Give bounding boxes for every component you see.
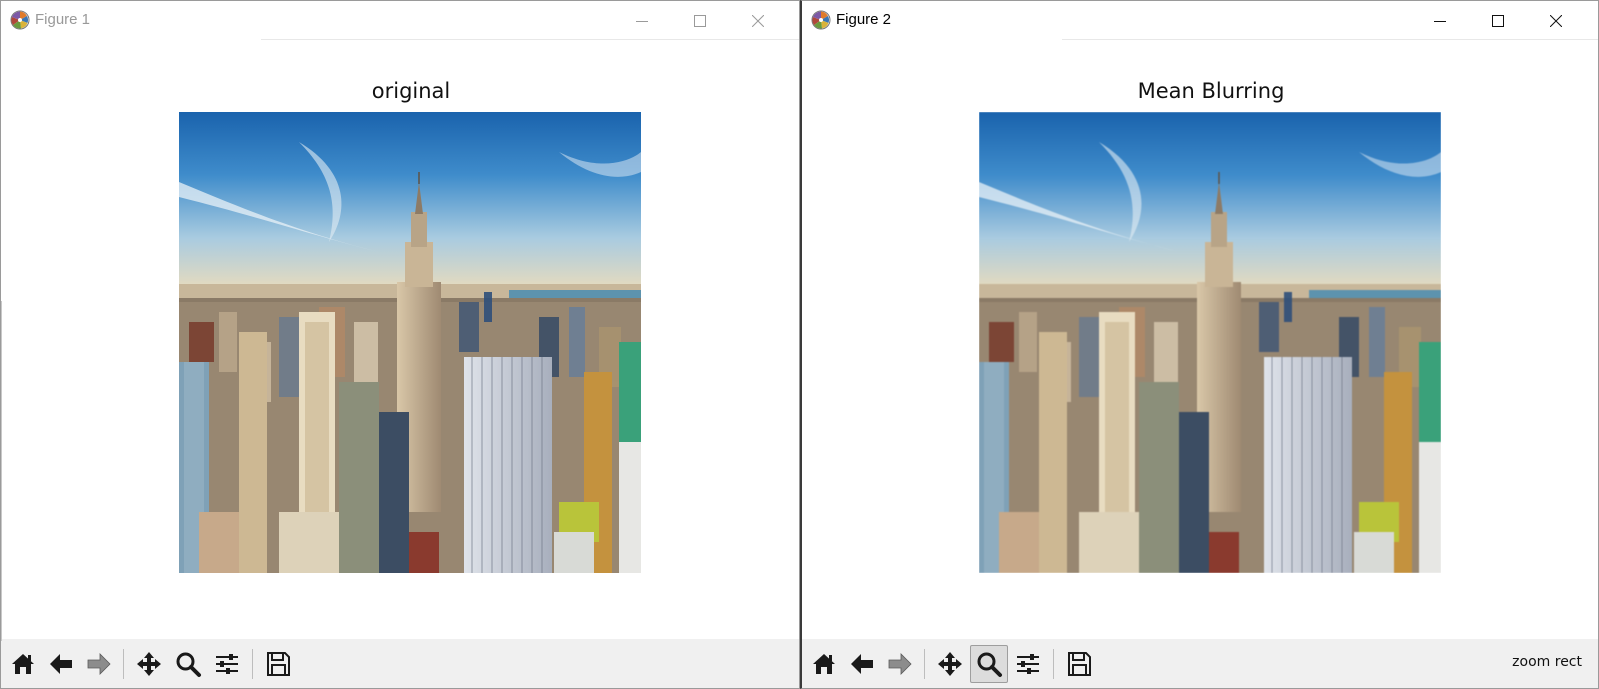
home-button[interactable] [805, 645, 843, 683]
configure-subplots-icon [1017, 654, 1039, 674]
save-floppy-icon [267, 652, 290, 676]
zoom-button[interactable] [970, 645, 1008, 683]
back-button[interactable] [42, 645, 80, 683]
home-button[interactable] [4, 645, 42, 683]
save-button[interactable] [259, 645, 297, 683]
pan-button[interactable] [130, 645, 168, 683]
city-skyline-image[interactable] [979, 112, 1441, 573]
skyline-photo [179, 112, 641, 573]
back-arrow-icon [851, 654, 873, 674]
status-text: zoom rect [1512, 654, 1582, 670]
close-icon [1550, 14, 1562, 27]
save-button[interactable] [1060, 645, 1098, 683]
matplotlib-logo-icon [811, 10, 831, 30]
title-bar[interactable]: Figure 1 [1, 1, 799, 40]
desktop: Figure 1 original Figure 2 Mean Blurring… [0, 0, 1599, 689]
figure-1-window: Figure 1 original [0, 0, 800, 689]
maximize-button[interactable] [671, 1, 729, 40]
minimize-button[interactable] [613, 1, 671, 40]
forward-button[interactable] [881, 645, 919, 683]
maximize-icon [1492, 14, 1504, 27]
forward-arrow-icon [888, 653, 912, 675]
close-icon [752, 14, 764, 27]
figure-canvas[interactable]: Mean Blurring [802, 41, 1598, 641]
maximize-icon [694, 14, 706, 27]
matplotlib-logo-icon [10, 10, 30, 30]
configure-subplots-button[interactable] [208, 645, 246, 683]
configure-subplots-icon [216, 654, 238, 674]
zoom-magnifier-icon [977, 652, 1002, 677]
pan-button[interactable] [931, 645, 969, 683]
window-title: Figure 1 [35, 11, 91, 28]
axes-title: Mean Blurring [1137, 79, 1285, 103]
navigation-toolbar [1, 639, 799, 688]
zoom-magnifier-icon [176, 652, 201, 677]
navigation-toolbar: zoom rect [802, 639, 1598, 688]
save-floppy-icon [1068, 652, 1091, 676]
window-title: Figure 2 [836, 11, 892, 28]
back-button[interactable] [843, 645, 881, 683]
home-icon [813, 654, 835, 674]
configure-subplots-button[interactable] [1009, 645, 1047, 683]
toolbar-separator [252, 649, 253, 679]
figure-2-window: Figure 2 Mean Blurring zoom rect [800, 0, 1599, 689]
forward-arrow-icon [87, 653, 111, 675]
toolbar-separator [123, 649, 124, 679]
close-button[interactable] [1527, 1, 1585, 40]
window-edge [1, 301, 2, 641]
toolbar-separator [1053, 649, 1054, 679]
home-icon [12, 654, 34, 674]
pan-move-icon [137, 652, 161, 676]
skyline-photo [979, 112, 1441, 573]
axes-title: original [371, 79, 451, 103]
minimize-icon [1434, 20, 1446, 22]
minimize-button[interactable] [1411, 1, 1469, 40]
pan-move-icon [938, 652, 962, 676]
maximize-button[interactable] [1469, 1, 1527, 40]
close-button[interactable] [729, 1, 787, 40]
minimize-icon [636, 20, 648, 22]
toolbar-separator [924, 649, 925, 679]
back-arrow-icon [50, 654, 72, 674]
zoom-button[interactable] [169, 645, 207, 683]
figure-canvas[interactable]: original [1, 41, 799, 641]
city-skyline-image[interactable] [179, 112, 641, 573]
title-bar[interactable]: Figure 2 [802, 1, 1598, 40]
forward-button[interactable] [80, 645, 118, 683]
